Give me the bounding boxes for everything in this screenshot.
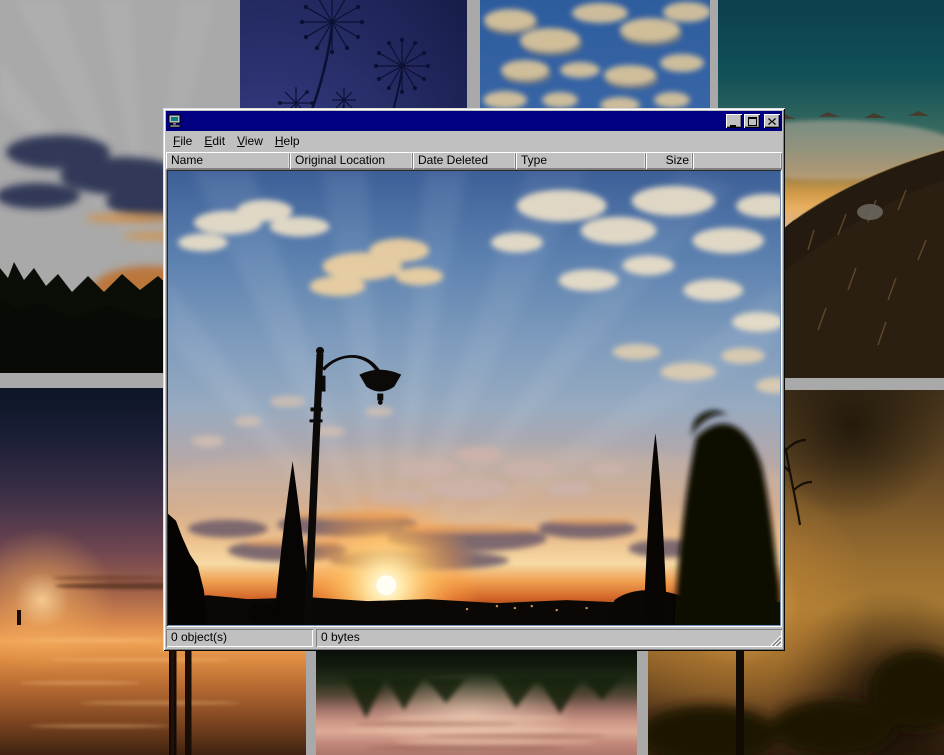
menu-file[interactable]: File: [167, 133, 198, 149]
water-reflection-art: [316, 648, 637, 755]
column-header-filler: [693, 152, 782, 169]
column-header-type[interactable]: Type: [516, 152, 646, 169]
column-header-row: Name Original Location Date Deleted Type…: [166, 152, 782, 169]
recycle-bin-window: File Edit View Help Name Original Locati…: [163, 108, 785, 651]
street-lamp-sunset-photo: [168, 171, 780, 625]
menu-view[interactable]: View: [231, 133, 269, 149]
status-size-text: 0 bytes: [321, 630, 360, 644]
minimize-button[interactable]: [726, 114, 742, 128]
window-titlebar[interactable]: [166, 111, 782, 131]
status-object-count: 0 object(s): [166, 629, 313, 647]
file-list-viewport[interactable]: [166, 169, 782, 627]
menu-bar: File Edit View Help: [166, 131, 782, 150]
menu-help[interactable]: Help: [269, 133, 306, 149]
close-icon: [768, 118, 776, 125]
close-button[interactable]: [764, 114, 780, 128]
column-header-size[interactable]: Size: [646, 152, 693, 169]
column-header-original-location[interactable]: Original Location: [290, 152, 413, 169]
maximize-button[interactable]: [744, 114, 760, 128]
menu-edit[interactable]: Edit: [198, 133, 231, 149]
status-bar: 0 object(s) 0 bytes: [166, 629, 782, 647]
computer-window-icon[interactable]: [168, 114, 182, 128]
minimize-icon: [730, 124, 738, 128]
status-size: 0 bytes: [316, 629, 782, 647]
wallpaper-tile-water-reflection: [316, 648, 637, 755]
desktop: File Edit View Help Name Original Locati…: [0, 0, 944, 755]
resize-grip[interactable]: [768, 633, 781, 646]
column-header-name[interactable]: Name: [166, 152, 290, 169]
column-header-date-deleted[interactable]: Date Deleted: [413, 152, 516, 169]
maximize-icon: [748, 117, 757, 126]
